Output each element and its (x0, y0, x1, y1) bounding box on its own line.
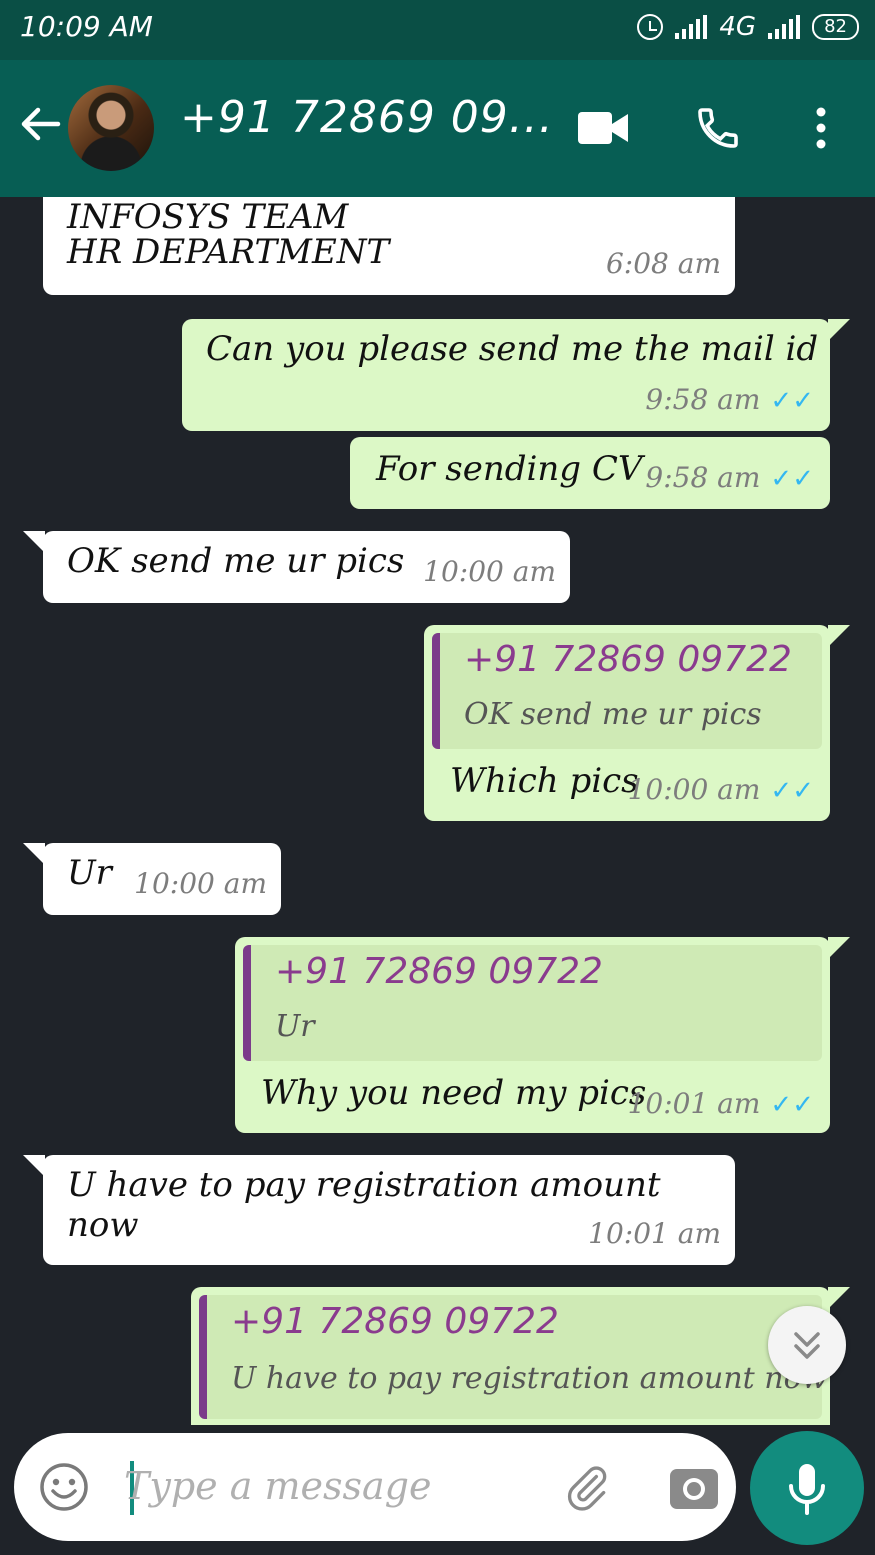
read-receipt-icon: ✓✓ (770, 386, 814, 416)
network-type: 4G (719, 12, 757, 42)
status-indicators: 4G 82 (637, 12, 859, 42)
message-time: 10:01 am ✓✓ (628, 1087, 814, 1120)
quoted-author: +91 72869 09722 (275, 951, 603, 992)
message-time: 10:00 am (423, 555, 556, 588)
alarm-icon (637, 14, 664, 40)
back-arrow-icon[interactable] (18, 102, 62, 146)
message-text: For sending CV (376, 449, 643, 489)
message-time-value: 10:00 am (627, 773, 761, 806)
voice-message-button[interactable] (750, 1431, 864, 1545)
double-chevron-down-icon (794, 1332, 820, 1359)
camera-icon[interactable] (668, 1463, 720, 1513)
bubble-tail (23, 843, 45, 865)
message-text-line: HR DEPARTMENT (67, 232, 390, 272)
quoted-author: +91 72869 09722 (231, 1301, 559, 1342)
message-text-line: now (67, 1205, 139, 1245)
message-text: Which pics (450, 761, 639, 801)
message-time: 10:00 am (134, 867, 267, 900)
message-text-line: U have to pay registration amount (67, 1165, 661, 1205)
read-receipt-icon: ✓✓ (770, 1090, 814, 1120)
message-text: Ur (67, 853, 112, 893)
status-time: 10:09 AM (20, 10, 153, 43)
bubble-tail (23, 1155, 45, 1177)
message-input[interactable] (124, 1451, 544, 1521)
status-bar: 10:09 AM 4G 82 (0, 0, 875, 60)
avatar[interactable] (68, 85, 154, 171)
message-time: 9:58 am ✓✓ (645, 383, 814, 416)
message-incoming[interactable]: OK send me ur pics 10:00 am (43, 531, 570, 603)
paperclip-icon[interactable] (562, 1463, 612, 1513)
quoted-message[interactable]: +91 72869 09722 U have to pay registrati… (199, 1295, 827, 1419)
message-incoming[interactable]: INFOSYS TEAM HR DEPARTMENT 6:08 am (43, 197, 735, 295)
message-outgoing[interactable]: Can you please send me the mail id 9:58 … (182, 319, 830, 431)
phone-icon[interactable] (694, 104, 742, 152)
quoted-message[interactable]: +91 72869 09722 OK send me ur pics (432, 633, 822, 749)
message-time-value: 10:01 am (627, 1087, 761, 1120)
signal-icon (675, 15, 708, 39)
bubble-tail (23, 531, 45, 553)
more-vert-icon[interactable] (808, 104, 834, 152)
video-call-icon[interactable] (576, 108, 630, 148)
read-receipt-icon: ✓✓ (770, 464, 814, 494)
message-composer (14, 1433, 736, 1541)
quoted-text: Ur (275, 1009, 315, 1044)
chat-header: +91 72869 09... (0, 60, 875, 197)
message-time-value: 9:58 am (645, 461, 761, 494)
message-time: 9:58 am ✓✓ (645, 461, 814, 494)
message-text: Why you need my pics (261, 1073, 647, 1113)
message-time: 10:01 am (588, 1217, 721, 1250)
read-receipt-icon: ✓✓ (770, 776, 814, 806)
message-list[interactable]: INFOSYS TEAM HR DEPARTMENT 6:08 am Can y… (0, 197, 875, 1425)
emoji-icon[interactable] (38, 1461, 90, 1513)
message-outgoing-reply[interactable]: +91 72869 09722 U have to pay registrati… (191, 1287, 830, 1425)
quoted-author: +91 72869 09722 (464, 639, 792, 680)
message-outgoing-reply[interactable]: +91 72869 09722 OK send me ur pics Which… (424, 625, 830, 821)
message-text-line: INFOSYS TEAM (67, 197, 349, 237)
microphone-icon (789, 1464, 825, 1515)
bubble-tail (828, 937, 850, 959)
quoted-text: U have to pay registration amount now (231, 1361, 828, 1396)
contact-name[interactable]: +91 72869 09... (180, 92, 554, 143)
message-time: 10:00 am ✓✓ (628, 773, 814, 806)
signal-icon-2 (768, 15, 801, 39)
bubble-tail (828, 319, 850, 341)
scroll-to-bottom-button[interactable] (768, 1306, 846, 1384)
message-time: 6:08 am (605, 247, 721, 280)
message-time-value: 9:58 am (645, 383, 761, 416)
quoted-text: OK send me ur pics (464, 697, 762, 732)
message-incoming[interactable]: U have to pay registration amount now 10… (43, 1155, 735, 1265)
message-outgoing-reply[interactable]: +91 72869 09722 Ur Why you need my pics … (235, 937, 830, 1133)
battery-indicator: 82 (812, 14, 859, 40)
quoted-message[interactable]: +91 72869 09722 Ur (243, 945, 822, 1061)
message-outgoing[interactable]: For sending CV 9:58 am ✓✓ (350, 437, 830, 509)
message-text: Can you please send me the mail id (206, 329, 819, 369)
message-incoming[interactable]: Ur 10:00 am (43, 843, 281, 915)
bubble-tail (828, 625, 850, 647)
message-text: OK send me ur pics (67, 541, 405, 581)
